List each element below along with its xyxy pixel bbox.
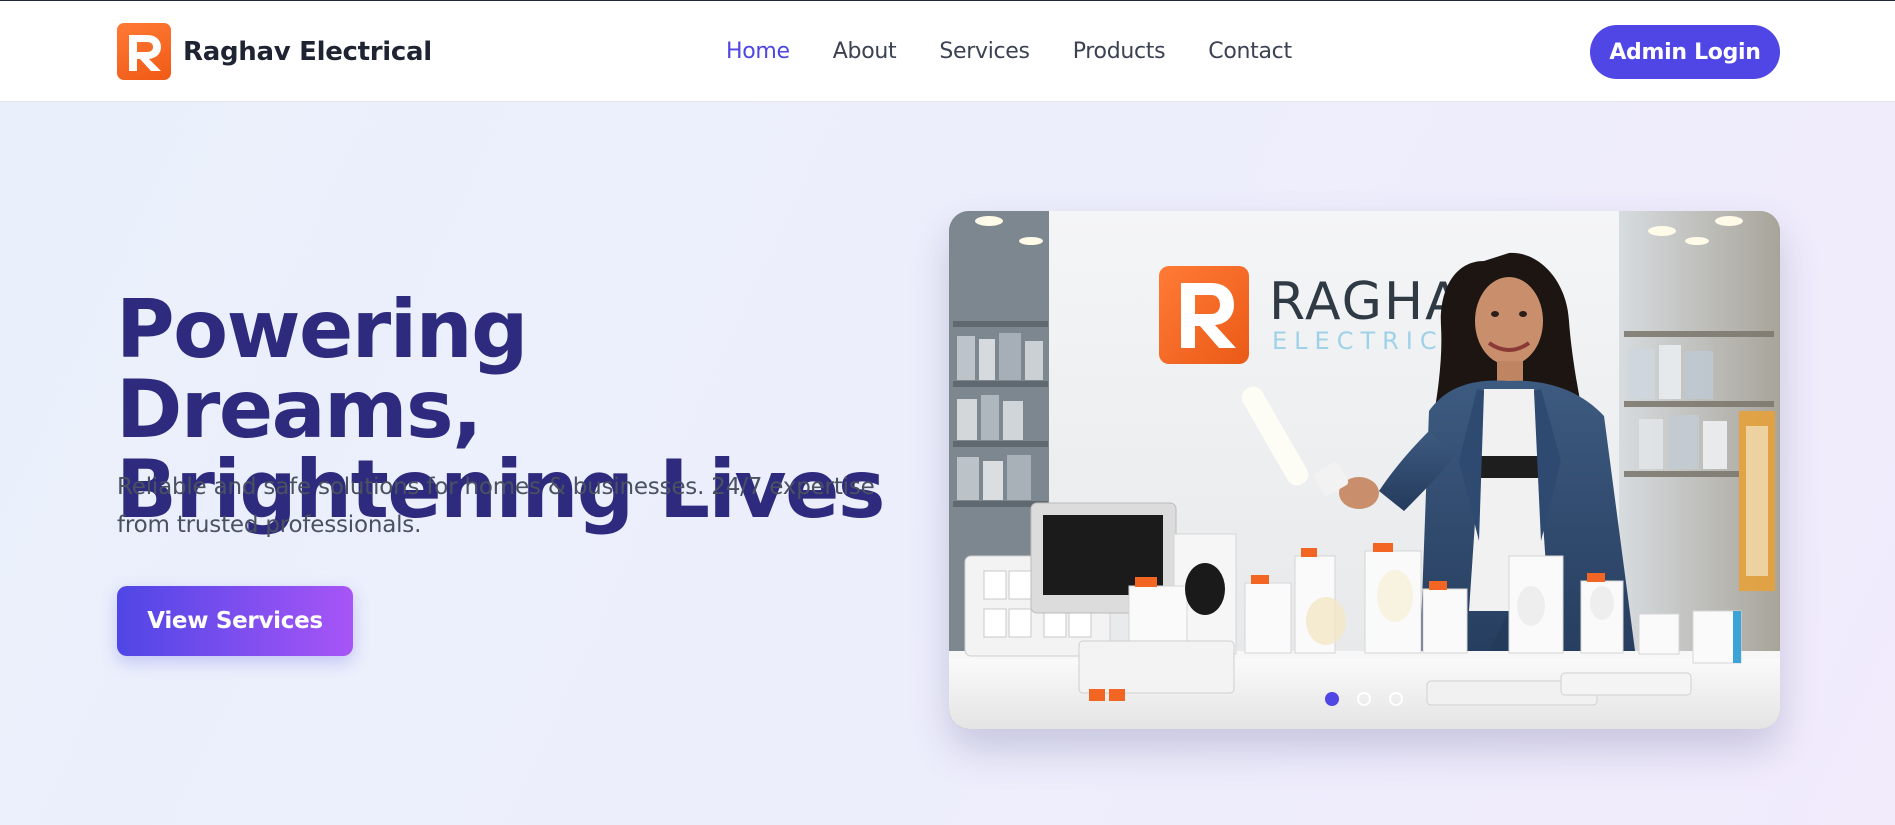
store-photo: RAGHAV ELECTRICAL <box>949 211 1780 729</box>
brand-name: Raghav Electrical <box>183 36 432 67</box>
hero-subtitle: Reliable and safe solutions for homes & … <box>117 474 875 538</box>
hero-image-carousel: RAGHAV ELECTRICAL <box>949 211 1780 729</box>
site-header: Raghav Electrical Home About Services Pr… <box>0 1 1895 102</box>
nav-item-products[interactable]: Products <box>1073 39 1166 64</box>
nav-item-contact[interactable]: Contact <box>1208 39 1292 64</box>
nav-item-home[interactable]: Home <box>726 39 790 64</box>
view-services-button[interactable]: View Services <box>117 586 353 656</box>
admin-login-button[interactable]: Admin Login <box>1590 25 1780 79</box>
main-nav: Home About Services Products Contact <box>726 39 1335 64</box>
carousel-dot-1[interactable] <box>1325 692 1339 706</box>
hero-title-line-1: Powering Dreams, <box>116 283 528 456</box>
brand[interactable]: Raghav Electrical <box>117 23 432 80</box>
r-logo-icon <box>117 23 171 80</box>
nav-item-services[interactable]: Services <box>939 39 1030 64</box>
nav-item-about[interactable]: About <box>833 39 897 64</box>
